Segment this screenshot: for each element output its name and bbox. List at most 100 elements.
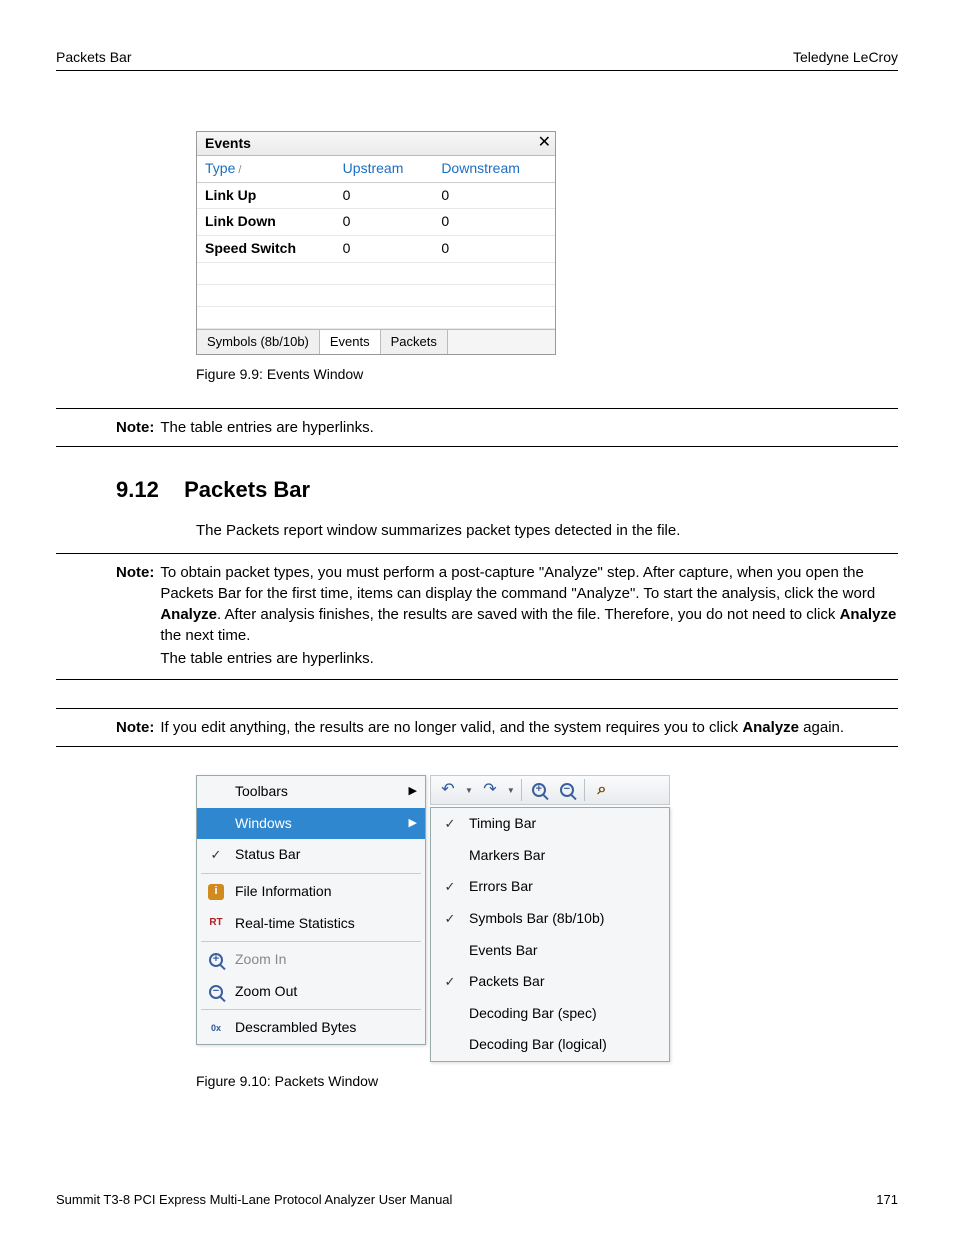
header-left: Packets Bar [56,48,131,68]
check-icon [439,910,461,928]
intro-text: The Packets report window summarizes pac… [196,520,898,541]
note-body: If you edit anything, the results are no… [160,717,844,738]
toolbar-separator [584,779,585,801]
dropdown-arrow-icon[interactable]: ▼ [507,785,515,796]
menu-separator [201,941,421,942]
redo-button[interactable] [479,779,501,801]
events-table: Type Upstream Downstream Link Up 0 0 Lin… [197,156,555,328]
page-header: Packets Bar Teledyne LeCroy [56,48,898,71]
note-text: . After analysis finishes, the results a… [217,606,840,623]
menu-item-decoding-bar-logical[interactable]: Decoding Bar (logical) [431,1029,669,1061]
table-row[interactable]: Link Up 0 0 [197,182,555,209]
blank-icon [439,941,461,959]
note-label: Note: [116,717,154,738]
menu-label: Real-time Statistics [235,914,417,934]
section-title: Packets Bar [184,477,310,502]
footer-left: Summit T3-8 PCI Express Multi-Lane Proto… [56,1191,452,1209]
menu-item-zoom-in[interactable]: Zoom In [197,944,425,976]
col-type[interactable]: Type [197,156,335,182]
statistics-icon: RT [205,914,227,932]
redo-icon [483,779,496,801]
menu-item-errors-bar[interactable]: Errors Bar [431,871,669,903]
tab-bar: Symbols (8b/10b) Events Packets [197,329,555,354]
zoom-out-icon [560,783,574,797]
blank-icon [439,1005,461,1023]
menu-label: Status Bar [235,845,417,865]
menu-item-file-information[interactable]: File Information [197,876,425,908]
menu-separator [201,1009,421,1010]
note-hyperlinks: Note: The table entries are hyperlinks. [56,408,898,447]
col-upstream[interactable]: Upstream [335,156,434,182]
table-row[interactable]: Speed Switch 0 0 [197,235,555,262]
zoom-in-button[interactable] [528,779,550,801]
blank-icon [439,1036,461,1054]
dropdown-arrow-icon[interactable]: ▼ [465,785,473,796]
note-invalidated: Note: If you edit anything, the results … [56,708,898,747]
row-type: Link Up [197,182,335,209]
zoom-in-icon [205,951,227,969]
view-context-menu: Toolbars ▶ Windows ▶ Status Bar File Inf… [196,775,426,1045]
windows-submenu: Timing Bar Markers Bar Errors Bar Symbol… [430,807,670,1062]
close-icon[interactable]: ✕ [538,135,551,151]
col-downstream[interactable]: Downstream [433,156,555,182]
row-type: Link Down [197,209,335,236]
menu-item-toolbars[interactable]: Toolbars ▶ [197,776,425,808]
undo-button[interactable] [437,779,459,801]
menu-label: Timing Bar [469,814,661,834]
menu-label: Symbols Bar (8b/10b) [469,909,661,929]
blank-icon [205,815,227,833]
menu-label: Packets Bar [469,972,661,992]
menu-item-events-bar[interactable]: Events Bar [431,935,669,967]
menu-item-decoding-bar-spec[interactable]: Decoding Bar (spec) [431,998,669,1030]
menu-item-realtime-statistics[interactable]: RT Real-time Statistics [197,908,425,940]
note-label: Note: [116,562,154,671]
figure-9.10: Toolbars ▶ Windows ▶ Status Bar File Inf… [196,775,898,1091]
bold-analyze: Analyze [840,606,897,623]
menu-item-status-bar[interactable]: Status Bar [197,839,425,871]
find-button[interactable] [591,779,613,801]
figure-9.10-caption: Figure 9.10: Packets Window [196,1072,898,1092]
menu-label: Descrambled Bytes [235,1018,417,1038]
menu-item-descrambled-bytes[interactable]: 0x Descrambled Bytes [197,1012,425,1044]
menu-item-packets-bar[interactable]: Packets Bar [431,966,669,998]
undo-icon [441,779,454,801]
events-title: Events [205,134,251,154]
row-up: 0 [335,235,434,262]
table-row[interactable]: Link Down 0 0 [197,209,555,236]
note-analyze: Note: To obtain packet types, you must p… [56,553,898,680]
tab-packets[interactable]: Packets [381,330,448,354]
row-down: 0 [433,235,555,262]
check-icon [439,815,461,833]
figure-9.9: Events ✕ Type Upstream Downstream Link U… [196,131,898,385]
check-icon [439,878,461,896]
menu-label: Toolbars [235,782,401,802]
blank-icon [439,847,461,865]
header-right: Teledyne LeCroy [793,48,898,68]
menu-item-timing-bar[interactable]: Timing Bar [431,808,669,840]
menu-separator [201,873,421,874]
note-text: The table entries are hyperlinks. [160,648,898,669]
row-up: 0 [335,182,434,209]
events-window: Events ✕ Type Upstream Downstream Link U… [196,131,556,355]
note-label: Note: [116,417,154,438]
events-titlebar: Events ✕ [197,132,555,157]
menu-label: Markers Bar [469,846,661,866]
menu-label: Decoding Bar (logical) [469,1035,661,1055]
menu-item-zoom-out[interactable]: Zoom Out [197,976,425,1008]
zoom-out-button[interactable] [556,779,578,801]
menu-label: Errors Bar [469,877,661,897]
section-heading: 9.12 Packets Bar [56,475,898,506]
menu-label: Zoom In [235,950,417,970]
menu-item-symbols-bar[interactable]: Symbols Bar (8b/10b) [431,903,669,935]
binoculars-icon [597,779,606,801]
menu-item-windows[interactable]: Windows ▶ [197,808,425,840]
bytes-icon: 0x [205,1019,227,1037]
submenu-arrow-icon: ▶ [409,816,417,831]
tab-events[interactable]: Events [320,330,381,354]
toolbar-fragment: ▼ ▼ [430,775,670,805]
menu-label: Zoom Out [235,982,417,1002]
menu-item-markers-bar[interactable]: Markers Bar [431,840,669,872]
note-body: The table entries are hyperlinks. [160,417,373,438]
tab-symbols[interactable]: Symbols (8b/10b) [197,330,320,354]
figure-9.9-caption: Figure 9.9: Events Window [196,365,898,385]
